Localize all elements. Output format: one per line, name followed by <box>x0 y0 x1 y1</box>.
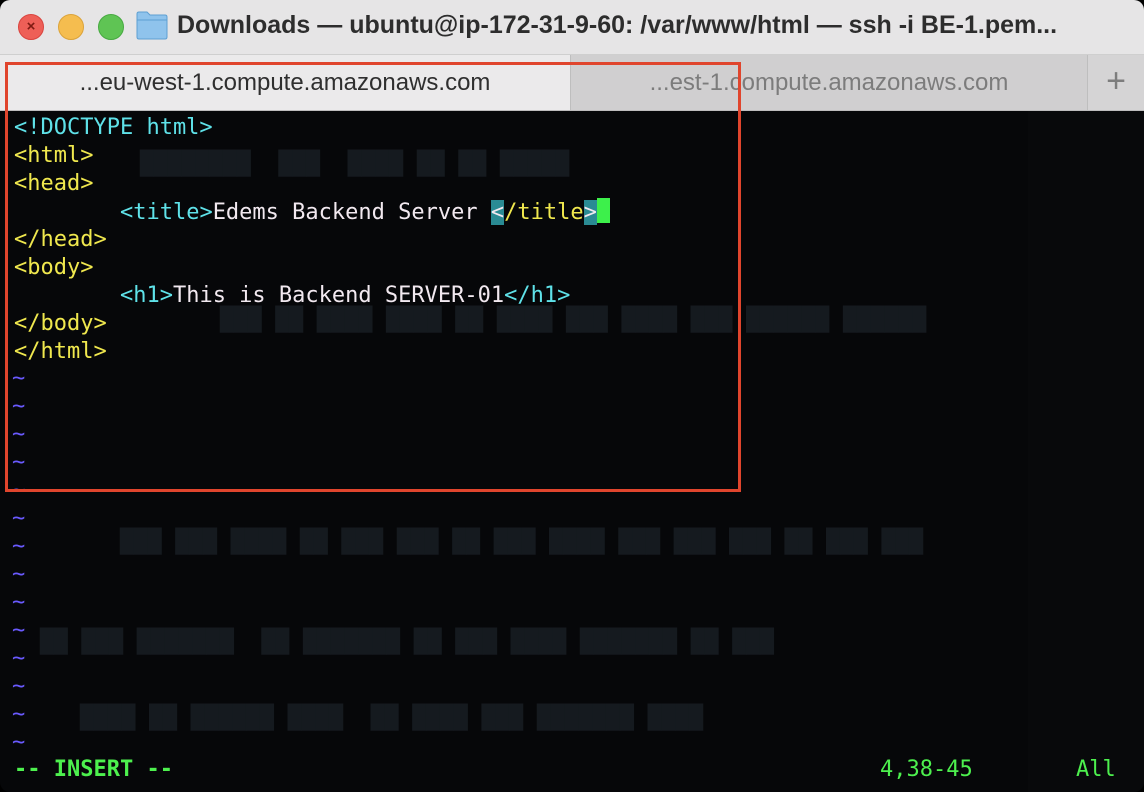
background-reflection-text: ███ ███ ████ ██ ███ ███ ██ ███ ████ ███ … <box>120 529 924 555</box>
background-reflection-text: ██ ███ ███████ ██ ███████ ██ ███ ████ ██… <box>40 629 774 655</box>
annotation-highlight-box <box>5 62 741 492</box>
empty-line-tilde: ~ <box>12 534 26 559</box>
background-reflection-text: ████ ██ ██████ ████ ██ ████ ███ ███████ … <box>80 705 704 731</box>
scroll-position: All <box>1076 757 1116 782</box>
empty-line-tilde: ~ <box>12 590 26 615</box>
zoom-button[interactable] <box>98 14 124 40</box>
terminal-window: × Downloads — ubuntu@ip-172-31-9-60: /va… <box>0 0 1144 792</box>
empty-line-tilde: ~ <box>12 506 26 531</box>
empty-line-tilde: ~ <box>12 562 26 587</box>
close-button[interactable]: × <box>18 14 44 40</box>
vim-mode-indicator: -- INSERT -- <box>14 757 173 782</box>
title-bar: × Downloads — ubuntu@ip-172-31-9-60: /va… <box>0 0 1144 55</box>
folder-icon <box>136 11 168 40</box>
empty-line-tilde: ~ <box>12 618 26 643</box>
background-window-reflection <box>1028 111 1144 792</box>
empty-line-tilde: ~ <box>12 730 26 755</box>
window-title: Downloads — ubuntu@ip-172-31-9-60: /var/… <box>177 11 1058 39</box>
cursor-position: 4,38-45 <box>880 757 973 782</box>
new-tab-button[interactable]: + <box>1088 55 1144 110</box>
minimize-button[interactable] <box>58 14 84 40</box>
empty-line-tilde: ~ <box>12 646 26 671</box>
close-icon: × <box>26 18 36 35</box>
empty-line-tilde: ~ <box>12 674 26 699</box>
empty-line-tilde: ~ <box>12 702 26 727</box>
